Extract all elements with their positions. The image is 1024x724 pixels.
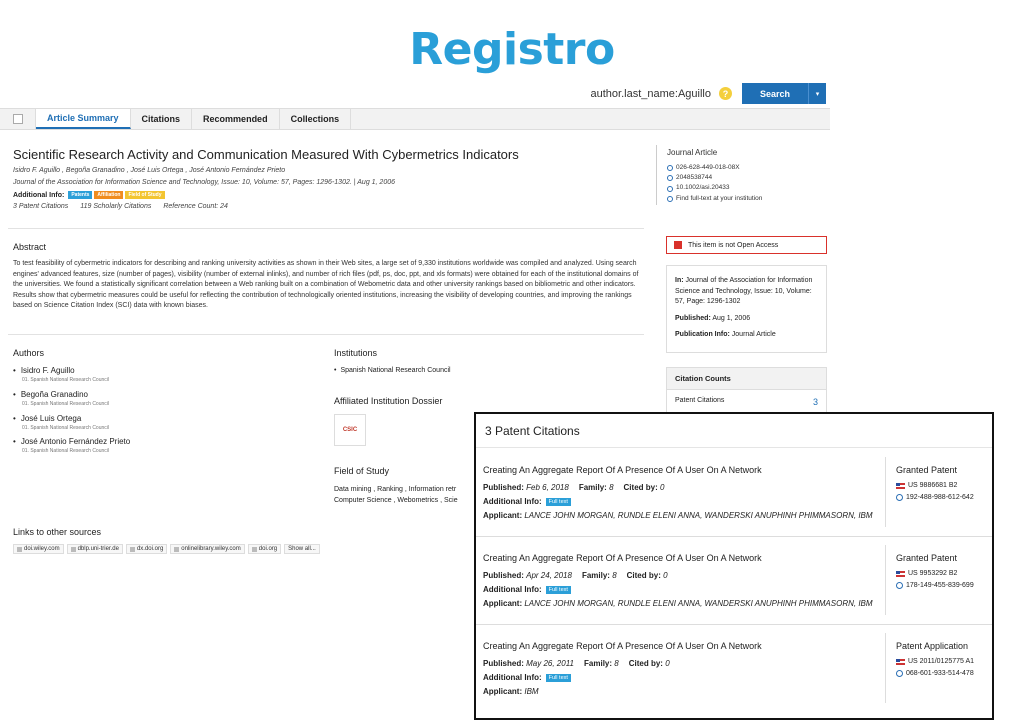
full-text-chip[interactable]: Full text (545, 585, 571, 594)
institution-item[interactable]: Spanish National Research Council (334, 367, 450, 374)
affiliation-chip[interactable]: Affiliation (94, 191, 124, 199)
chevron-down-icon[interactable]: ▾ (808, 83, 826, 104)
patent-title[interactable]: Creating An Aggregate Report Of A Presen… (483, 641, 762, 651)
lens-id[interactable]: 192-488-988-612-642 (896, 494, 974, 501)
patent-type: Granted Patent (896, 465, 958, 475)
link-doi-org[interactable]: doi.org (247, 544, 282, 554)
page-title: Registro (409, 24, 615, 75)
additional-info-label: Additional Info: (13, 191, 65, 199)
patent-citations-count[interactable]: 3 Patent Citations (13, 203, 68, 210)
additional-info: Additional Info: Patents Affiliation Fie… (13, 191, 167, 199)
link-dblp[interactable]: dblp.uni-trier.de (66, 544, 123, 554)
author-item[interactable]: Begoña Granadino01. Spanish National Res… (13, 390, 109, 407)
article-title: Scientific Research Activity and Communi… (13, 147, 519, 162)
tab-article-summary[interactable]: Article Summary (36, 109, 131, 129)
find-fulltext-link[interactable]: Find full-text at your institution (667, 194, 762, 204)
tab-recommended[interactable]: Recommended (192, 109, 280, 129)
lens-id[interactable]: 178-149-455-839-699 (896, 582, 974, 589)
doi-id[interactable]: 10.1002/asi.20433 (667, 183, 762, 193)
published-date: Aug 1, 2006 (712, 314, 751, 322)
patent-citation-row: Creating An Aggregate Report Of A Presen… (476, 625, 992, 713)
open-access-status: This item is not Open Access (666, 236, 827, 254)
patent-citations-popup: 3 Patent Citations Creating An Aggregate… (474, 412, 994, 720)
mag-icon (667, 175, 673, 182)
link-onlinelibrary[interactable]: onlinelibrary.wiley.com (170, 544, 245, 554)
divider (8, 334, 644, 335)
tab-bar: Article Summary Citations Recommended Co… (0, 108, 830, 130)
select-all-checkbox[interactable] (0, 109, 36, 129)
lens-id[interactable]: 026-628-449-018-08X (667, 163, 762, 173)
field-of-study-chip[interactable]: Field of Study (125, 191, 165, 199)
patent-citation-row: Creating An Aggregate Report Of A Presen… (476, 449, 992, 537)
journal-link[interactable]: Journal of the Association for Informati… (675, 277, 812, 305)
publication-info-box: In: Journal of the Association for Infor… (666, 265, 827, 353)
lens-id[interactable]: 068-601-933-514-478 (896, 670, 974, 677)
divider (656, 145, 657, 205)
patent-title[interactable]: Creating An Aggregate Report Of A Presen… (483, 465, 762, 475)
article-authors[interactable]: Isidro F. Aguillo , Begoña Granadino , J… (13, 167, 285, 174)
link-doi-wiley[interactable]: doi.wiley.com (13, 544, 64, 554)
patent-number[interactable]: US 9886681 B2 (896, 482, 957, 489)
full-text-chip[interactable]: Full text (545, 673, 571, 682)
institutions-heading: Institutions (334, 348, 378, 358)
reference-count: Reference Count: 24 (163, 203, 228, 210)
lens-icon (896, 670, 903, 677)
document-type: Journal Article (667, 148, 718, 157)
csic-logo[interactable]: CSIC (334, 414, 366, 446)
search-button[interactable]: Search (741, 83, 808, 104)
authors-heading: Authors (13, 348, 45, 358)
help-icon[interactable]: ? (718, 87, 732, 100)
us-flag-icon (896, 482, 905, 489)
us-flag-icon (896, 570, 905, 577)
show-all-link[interactable]: Show all... (284, 544, 320, 554)
publication-type: Journal Article (731, 331, 776, 338)
popup-title: 3 Patent Citations (476, 414, 992, 448)
open-access-text: This item is not Open Access (688, 241, 779, 249)
tab-collections[interactable]: Collections (280, 109, 352, 129)
patent-citation-row: Creating An Aggregate Report Of A Presen… (476, 537, 992, 625)
patents-chip[interactable]: Patents (68, 191, 93, 199)
lock-icon (674, 241, 682, 249)
link-icon (667, 195, 673, 202)
patent-type: Granted Patent (896, 553, 958, 563)
dossier-heading: Affiliated Institution Dossier (334, 396, 443, 406)
link-dx-doi[interactable]: dx.doi.org (125, 544, 168, 554)
scholarly-citations-count[interactable]: 119 Scholarly Citations (80, 203, 151, 210)
identifier-list: 026-628-449-018-08X 2048538744 10.1002/a… (667, 163, 762, 204)
patent-number[interactable]: US 9953292 B2 (896, 570, 957, 577)
lens-icon (896, 582, 903, 589)
patent-number[interactable]: US 2011/0125775 A1 (896, 658, 974, 665)
full-text-chip[interactable]: Full text (545, 497, 571, 506)
links-list: doi.wiley.com dblp.uni-trier.de dx.doi.o… (13, 544, 320, 554)
author-item[interactable]: Isidro F. Aguillo01. Spanish National Re… (13, 366, 109, 383)
tab-citations[interactable]: Citations (131, 109, 193, 129)
divider (8, 228, 644, 229)
us-flag-icon (896, 658, 905, 665)
patent-citations-value: 3 (812, 397, 818, 407)
field-of-study-heading: Field of Study (334, 466, 390, 476)
author-item[interactable]: José Luis Ortega01. Spanish National Res… (13, 414, 109, 431)
doi-icon (667, 185, 673, 192)
lens-icon (667, 165, 673, 172)
patent-type: Patent Application (896, 641, 969, 651)
article-counts: 3 Patent Citations 119 Scholarly Citatio… (13, 203, 228, 210)
citation-counts-heading: Citation Counts (667, 368, 826, 390)
author-item[interactable]: José Antonio Fernández Prieto01. Spanish… (13, 437, 130, 454)
lens-icon (896, 494, 903, 501)
links-heading: Links to other sources (13, 527, 102, 537)
mag-id[interactable]: 2048538744 (667, 173, 762, 183)
citation-counts-box: Citation Counts Patent Citations 3 (666, 367, 827, 417)
search-bar: author.last_name:Aguillo ? Search ▾ (591, 83, 826, 104)
field-of-study-list[interactable]: Data mining , Ranking , Information retr… (334, 484, 474, 506)
abstract-text: To test feasibility of cybermetric indic… (13, 260, 639, 310)
patent-title[interactable]: Creating An Aggregate Report Of A Presen… (483, 553, 762, 563)
article-journal[interactable]: Journal of the Association for Informati… (13, 179, 395, 186)
abstract-heading: Abstract (13, 242, 47, 252)
patent-citations-row[interactable]: Patent Citations 3 (667, 390, 826, 414)
search-query[interactable]: author.last_name:Aguillo (591, 88, 711, 100)
